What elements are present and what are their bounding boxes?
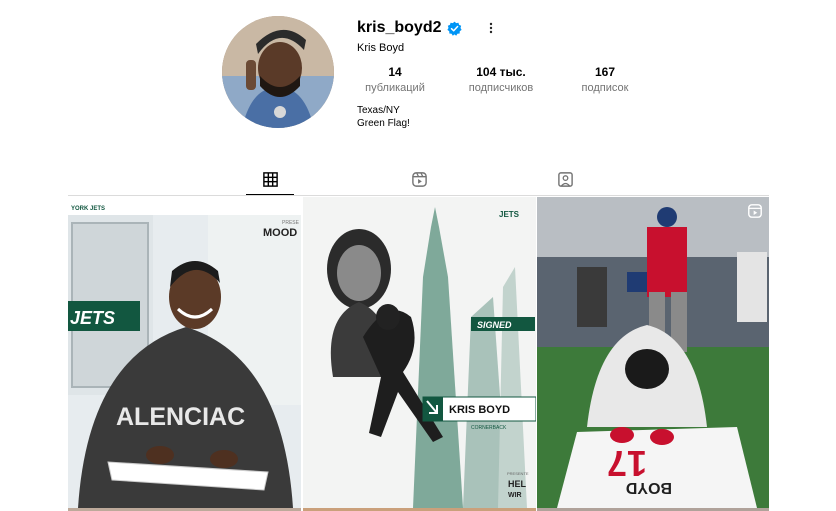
tile-text: WIR [508, 492, 522, 499]
followers-label: подписчиков [468, 82, 534, 94]
post-image: 17 BOYD [537, 197, 769, 508]
tab-posts[interactable] [246, 168, 294, 195]
post-image: YORK JETS PRESE MOOD JETS ALENCIAC [68, 197, 301, 508]
tabs-divider [68, 195, 769, 196]
username-row: kris_boyd2 [357, 18, 498, 38]
tile-text: KRIS BOYD [449, 404, 510, 416]
full-name: Kris Boyd [357, 42, 405, 54]
tab-reels[interactable] [395, 168, 443, 195]
reel-indicator-icon [747, 203, 763, 219]
grid-icon [262, 172, 278, 187]
avatar-image [222, 16, 334, 128]
tile-text: 17 [607, 443, 647, 484]
posts-label: публикаций [365, 82, 425, 94]
tagged-icon [557, 172, 573, 187]
post-image: JETS SIGNED KRIS BOYD CORNERBACK PRESENT… [303, 197, 536, 508]
tile-text: PRESE [282, 220, 300, 226]
bio-line: Green Flag! [357, 118, 410, 129]
following-label: подписок [581, 82, 629, 94]
followers-count: 104 тыс. [476, 65, 526, 79]
stat-followers[interactable]: 104 тыс. подписчиков [462, 65, 540, 94]
bio: Texas/NY Green Flag! [357, 104, 410, 130]
more-options-icon[interactable] [484, 21, 498, 35]
following-count: 167 [594, 65, 616, 79]
stat-posts[interactable]: 14 публикаций [360, 65, 430, 94]
tile-text: JETS [70, 308, 115, 328]
tab-tagged[interactable] [541, 168, 589, 195]
tile-text: PRESENTE [507, 471, 529, 476]
tile-text: HEL [508, 479, 527, 489]
tile-text: JETS [499, 210, 520, 219]
tile-text: SIGNED [477, 320, 512, 330]
stat-following[interactable]: 167 подписок [575, 65, 635, 94]
post-tile[interactable]: YORK JETS PRESE MOOD JETS ALENCIAC [68, 197, 301, 508]
profile-avatar[interactable] [222, 16, 334, 128]
username[interactable]: kris_boyd2 [357, 19, 441, 37]
verified-badge-icon [447, 21, 463, 36]
tile-text: MOOD [263, 227, 297, 239]
tile-text: BOYD [626, 479, 672, 496]
tile-text: ALENCIAC [116, 403, 245, 431]
bio-line: Texas/NY [357, 105, 400, 116]
reels-icon [411, 172, 427, 187]
post-tile[interactable]: 17 BOYD [537, 197, 769, 508]
posts-count: 14 [388, 65, 402, 79]
tile-text: CORNERBACK [471, 425, 507, 431]
posts-grid: YORK JETS PRESE MOOD JETS ALENCIAC JETS [68, 197, 769, 511]
post-tile[interactable]: JETS SIGNED KRIS BOYD CORNERBACK PRESENT… [303, 197, 536, 508]
tile-text: YORK JETS [71, 206, 105, 212]
